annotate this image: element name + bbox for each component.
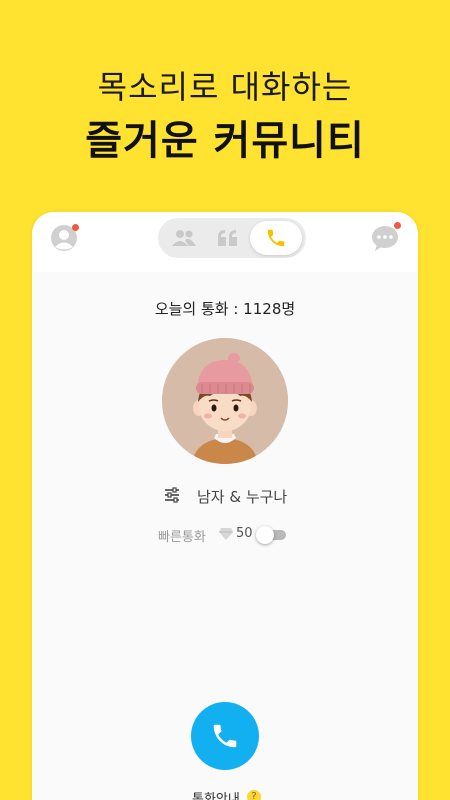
- notification-dot: [72, 224, 79, 231]
- quick-call-label: 빠른통화: [158, 530, 206, 545]
- call-guide-label: 통화안내: [192, 792, 240, 800]
- help-icon: ?: [247, 790, 261, 800]
- people-icon: [172, 230, 196, 246]
- start-call-button[interactable]: [191, 702, 259, 770]
- sliders-icon: [165, 487, 179, 503]
- toggle-knob: [256, 526, 274, 544]
- call-guide[interactable]: 통화안내 ?: [32, 786, 418, 800]
- quick-call-row: 빠른통화 50: [32, 524, 418, 546]
- quote-icon: [218, 230, 237, 246]
- chat-button[interactable]: [371, 222, 401, 254]
- promo-subheadline: 즐거운 커뮤니티: [85, 118, 365, 164]
- user-illustration: [162, 338, 288, 464]
- notification-dot: [394, 222, 401, 229]
- profile-button[interactable]: [50, 224, 79, 252]
- quick-call-cost: 50: [236, 526, 253, 541]
- today-call-count: 오늘의 통화 : 1128명: [154, 300, 296, 318]
- diamond-icon: [219, 528, 233, 540]
- tab-call[interactable]: [250, 221, 302, 255]
- top-bar: [32, 212, 418, 272]
- tab-quotes[interactable]: [206, 218, 250, 258]
- promo-headline: 목소리로 대화하는: [97, 68, 353, 106]
- phone-icon: [213, 724, 237, 748]
- match-filter[interactable]: 남자 & 누구나: [32, 484, 418, 508]
- avatar[interactable]: [162, 338, 288, 464]
- app-screen: 오늘의 통화 : 1128명 남자 & 누구나 빠른통화 50 통화안내 ?: [32, 212, 418, 800]
- mode-tabs: [158, 218, 306, 258]
- quick-call-toggle[interactable]: [256, 526, 286, 544]
- filter-label: 남자 & 누구나: [197, 488, 288, 506]
- tab-people[interactable]: [162, 218, 206, 258]
- phone-icon: [267, 229, 285, 247]
